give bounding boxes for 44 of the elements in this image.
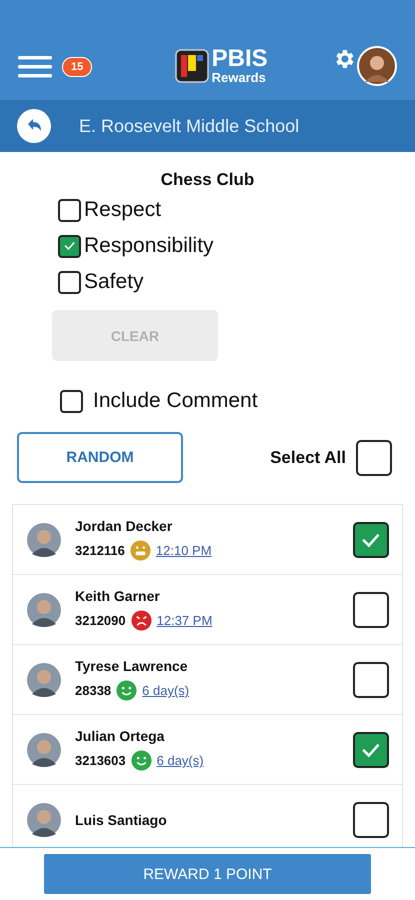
- select-all-label: Select All: [270, 448, 346, 468]
- select-all-checkbox[interactable]: [356, 440, 392, 476]
- student-checkbox[interactable]: [353, 522, 389, 558]
- avatar[interactable]: [356, 46, 397, 86]
- student-name: Tyrese Lawrence: [75, 658, 189, 674]
- student-checkbox[interactable]: [353, 662, 389, 698]
- comment-checkbox[interactable]: [60, 390, 83, 412]
- student-id: 3213603: [75, 753, 126, 768]
- menu-icon[interactable]: [18, 56, 52, 78]
- time-link[interactable]: 6 day(s): [142, 683, 190, 698]
- behavior-checkbox[interactable]: [58, 234, 81, 258]
- reward-button[interactable]: REWARD 1 POINT: [44, 854, 371, 894]
- student-name: Julian Ortega: [75, 728, 166, 744]
- student-id: 3212090: [75, 613, 126, 628]
- behavior-label: Safety: [84, 270, 144, 294]
- logo-subtitle: Rewards: [212, 71, 267, 84]
- student-name: Luis Santiago: [75, 812, 168, 828]
- student-name: Keith Garner: [75, 588, 161, 604]
- behavior-label: Responsibility: [84, 234, 214, 258]
- school-title: E. Roosevelt Middle School: [79, 116, 300, 136]
- logo-icon: [174, 48, 209, 82]
- behavior-label: Respect: [84, 198, 162, 222]
- behavior-checkbox[interactable]: [58, 270, 81, 294]
- student-avatar: [26, 732, 62, 768]
- student-avatar: [26, 522, 62, 558]
- time-link[interactable]: 12:10 PM: [156, 543, 212, 558]
- student-checkbox[interactable]: [353, 592, 389, 628]
- student-checkbox[interactable]: [353, 802, 389, 838]
- group-title: Chess Club: [160, 170, 254, 190]
- student-checkbox[interactable]: [353, 732, 389, 768]
- notification-badge: 15: [62, 57, 92, 77]
- time-link[interactable]: 6 day(s): [156, 753, 204, 768]
- student-avatar: [26, 802, 62, 838]
- student-avatar: [26, 662, 62, 698]
- comment-label: Include Comment: [93, 389, 258, 413]
- time-link[interactable]: 12:37 PM: [156, 613, 212, 628]
- logo-title: PBIS: [212, 47, 268, 71]
- student-id: 28338: [75, 683, 112, 698]
- student-name: Jordan Decker: [75, 518, 174, 534]
- back-icon[interactable]: [17, 109, 51, 143]
- student-avatar: [26, 592, 62, 628]
- behavior-checkbox[interactable]: [58, 198, 81, 222]
- student-id: 3212116: [75, 543, 125, 558]
- random-button[interactable]: RANDOM: [17, 432, 183, 483]
